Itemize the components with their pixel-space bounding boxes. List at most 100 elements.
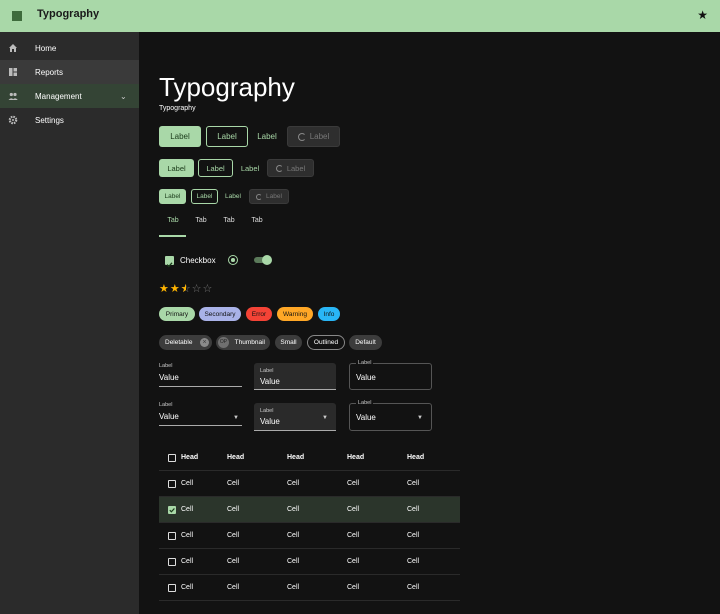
loading-spinner-icon [297,132,306,141]
field-label: Label [260,368,274,374]
button-outlined-medium[interactable]: Label [198,159,233,177]
text-field-standard[interactable]: Label Value [159,363,242,387]
button-label: Label [286,163,306,173]
table-row[interactable]: Cell Cell Cell Cell Cell [159,549,460,575]
row-checkbox[interactable] [168,532,176,540]
star-icon[interactable]: ★ [697,8,708,22]
page-subtitle: Typography [159,105,196,112]
chip-default[interactable]: Default [349,335,382,350]
app-bar: Typography ★ [0,0,720,32]
table-row[interactable]: Cell Cell Cell Cell Cell [159,575,460,601]
table-cell: Cell [407,584,420,591]
chip-error[interactable]: Error [246,307,272,321]
button-loading-small: Label [249,189,289,204]
table-cell: Cell [227,558,240,565]
app-title: Typography [37,8,100,20]
dropdown-arrow-icon: ▼ [233,415,239,421]
rating[interactable]: ★★☆★☆☆ [159,282,213,295]
sidebar-item-reports[interactable]: Reports [0,60,139,84]
chevron-down-icon[interactable]: ⌄ [120,92,127,101]
menu-icon[interactable] [12,11,22,21]
table-cell: Cell [407,558,420,565]
row-checkbox[interactable] [168,558,176,566]
button-contained-small[interactable]: Label [159,189,186,204]
select-standard[interactable]: Label Value ▼ [159,402,242,426]
select-all-checkbox[interactable] [168,454,176,462]
chip-info[interactable]: Info [318,307,340,321]
row-checkbox[interactable] [168,506,176,514]
button-text-small[interactable]: Label [222,189,244,204]
tab-3[interactable]: Tab [215,217,243,224]
tab-1[interactable]: Tab [159,217,187,224]
field-label: Label [356,400,374,406]
check-icon [166,262,173,268]
sidebar-item-home[interactable]: Home [0,36,139,60]
table-cell: Cell [181,480,194,487]
switch-toggle[interactable] [254,255,272,265]
radio-dot [231,258,235,262]
sidebar-item-management[interactable]: Management ⌄ [0,84,139,108]
table-row[interactable]: Cell Cell Cell Cell Cell [159,471,460,497]
gear-icon [8,115,18,125]
field-value: Value [356,373,376,382]
chip-primary[interactable]: Primary [159,307,195,321]
star-filled-icon: ★ [169,283,181,295]
chip-outlined[interactable]: Outlined [307,335,345,350]
row-checkbox[interactable] [168,480,176,488]
sidebar-item-label: Home [35,43,57,53]
table-cell: Cell [347,584,360,591]
text-field-outlined[interactable]: Label Value [349,360,432,390]
table-header-cell[interactable]: Head [347,454,364,461]
field-value: Value [260,377,280,386]
sidebar: Home Reports Management ⌄ Settings [0,32,139,614]
table-cell: Cell [181,558,194,565]
table-row[interactable]: Cell Cell Cell Cell Cell [159,523,460,549]
star-empty-icon: ☆ [202,283,214,295]
table-header-cell[interactable]: Head [227,454,244,461]
table-cell: Cell [227,584,240,591]
chip-warning[interactable]: Warning [277,307,313,321]
text-field-filled[interactable]: Label Value [254,363,336,390]
select-filled[interactable]: Label Value ▼ [254,403,336,431]
avatar: OP [218,337,229,348]
star-filled-icon: ★ [159,283,170,295]
button-outlined-small[interactable]: Label [191,189,218,204]
field-label: Label [356,360,374,366]
button-label: Label [309,132,330,141]
chip-thumbnail[interactable]: OP Thumbnail [216,335,270,350]
tab-indicator [159,235,186,237]
table-row-selected[interactable]: Cell Cell Cell Cell Cell [159,497,460,523]
button-contained-medium[interactable]: Label [159,159,194,177]
select-outlined[interactable]: Label Value ▼ [349,400,432,431]
table-cell: Cell [347,506,360,513]
star-half-icon: ☆★ [180,283,192,295]
chip-secondary[interactable]: Secondary [199,307,241,321]
table-cell: Cell [347,480,360,487]
button-contained-large[interactable]: Label [159,126,201,147]
radio-button[interactable] [228,255,238,265]
row-checkbox[interactable] [168,584,176,592]
table-header-cell[interactable]: Head [181,454,198,461]
tab-2[interactable]: Tab [187,217,215,224]
close-icon[interactable]: × [200,338,209,347]
table-cell: Cell [347,532,360,539]
table-cell: Cell [181,506,194,513]
button-text-medium[interactable]: Label [236,159,264,177]
table-cell: Cell [227,480,240,487]
table-header-cell[interactable]: Head [287,454,304,461]
button-outlined-large[interactable]: Label [206,126,248,147]
button-loading-medium: Label [267,159,314,177]
sidebar-item-settings[interactable]: Settings [0,108,139,132]
dashboard-icon [9,68,17,76]
field-value: Value [159,373,179,382]
button-text-large[interactable]: Label [251,126,283,147]
sidebar-item-label: Settings [35,115,64,125]
field-label: Label [260,408,274,414]
table-cell: Cell [407,480,420,487]
chip-small[interactable]: Small [275,335,302,350]
tab-4[interactable]: Tab [243,217,271,224]
field-value: Value [260,417,280,426]
table-header-cell[interactable]: Head [407,454,424,461]
chip-deletable[interactable]: Deletable × [159,335,212,350]
checkbox[interactable] [165,256,174,268]
